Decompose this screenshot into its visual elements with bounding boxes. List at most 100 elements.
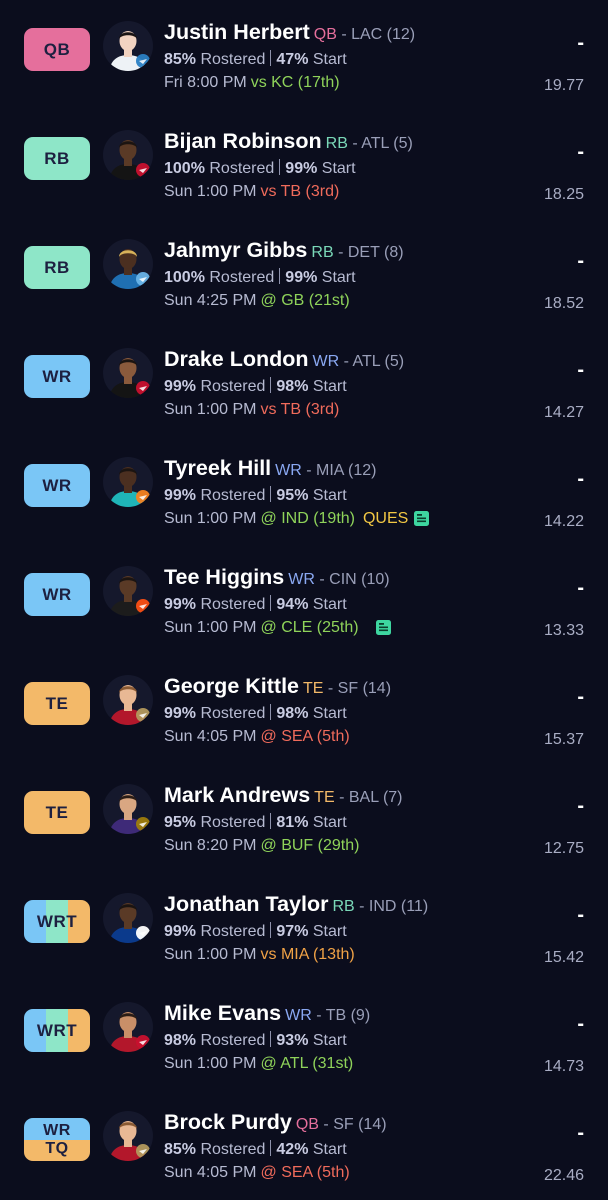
start-label: Start <box>308 705 347 722</box>
player-name[interactable]: Mark Andrews <box>164 783 310 807</box>
position-badge[interactable]: QB <box>24 28 90 71</box>
player-name[interactable]: Justin Herbert <box>164 20 310 44</box>
start-label: Start <box>317 269 356 286</box>
divider <box>270 377 272 393</box>
position-badge-label: TQ <box>45 1139 69 1157</box>
ownership-stats: 85% Rostered 42% Start <box>164 1138 524 1161</box>
player-row[interactable]: TE George Kittle TE - SF (14) 99% Rostered 9… <box>0 674 608 783</box>
player-name[interactable]: Bijan Robinson <box>164 129 322 153</box>
player-row[interactable]: WRT Mike Evans WR - TB (9) 98% Rostered 93% … <box>0 1001 608 1110</box>
player-team-rank: - ATL (5) <box>339 353 405 370</box>
position-badge[interactable]: WR TQ <box>24 1118 90 1161</box>
player-name[interactable]: Tee Higgins <box>164 565 284 589</box>
position-badge[interactable]: TE <box>24 682 90 725</box>
rostered-percent: 100% <box>164 160 205 177</box>
game-time: Sun 1:00 PM <box>164 946 257 963</box>
dolphin-logo-icon <box>136 490 150 504</box>
player-avatar[interactable] <box>103 784 153 834</box>
player-row[interactable]: WRT Jonathan Taylor RB - IND (11) 99% Roste… <box>0 892 608 1001</box>
player-name[interactable]: Drake London <box>164 347 309 371</box>
game-time: Sun 8:20 PM <box>164 837 257 854</box>
matchup-opponent[interactable]: @ GB (21st) <box>261 289 350 312</box>
player-avatar[interactable] <box>103 1002 153 1052</box>
position-badge[interactable]: WRT <box>24 1009 90 1052</box>
player-row[interactable]: TE Mark Andrews TE - BAL (7) 95% Rostered 81… <box>0 783 608 892</box>
actual-points: - <box>577 795 584 817</box>
player-avatar[interactable] <box>103 566 153 616</box>
start-percent: 93% <box>276 1032 309 1049</box>
player-avatar[interactable] <box>103 130 153 180</box>
position-badge[interactable]: RB <box>24 246 90 289</box>
player-info: Bijan Robinson RB - ATL (5) 100% Rostered 9… <box>164 129 524 203</box>
position-badge[interactable]: WR <box>24 573 90 616</box>
position-badge[interactable]: TE <box>24 791 90 834</box>
matchup-opponent[interactable]: @ BUF (29th) <box>261 834 360 857</box>
start-label: Start <box>308 378 347 395</box>
player-avatar[interactable] <box>103 348 153 398</box>
player-team-rank: - ATL (5) <box>347 135 413 152</box>
position-badge[interactable]: RB <box>24 137 90 180</box>
projected-points: 12.75 <box>543 840 584 857</box>
player-row[interactable]: QB Justin Herbert QB - LAC (12) 85% Rostere… <box>0 20 608 129</box>
game-time: Sun 1:00 PM <box>164 1055 257 1072</box>
position-badge-label: TE <box>45 693 69 713</box>
player-row[interactable]: WR Drake London WR - ATL (5) 99% Rostered 98… <box>0 347 608 456</box>
player-position: WR <box>275 462 302 479</box>
player-row[interactable]: WR Tee Higgins WR - CIN (10) 99% Rostered 94… <box>0 565 608 674</box>
player-row[interactable]: WR TQ Brock Purdy QB - SF (14) 85% Rostered 4… <box>0 1110 608 1200</box>
game-info: Sun 1:00 PM @ IND (19th) QUES <box>164 507 524 530</box>
player-row[interactable]: WR Tyreek Hill WR - MIA (12) 99% Rostered 95… <box>0 456 608 565</box>
player-avatar[interactable] <box>103 1111 153 1161</box>
rostered-percent: 85% <box>164 1141 197 1158</box>
player-avatar[interactable] <box>103 893 153 943</box>
player-avatar[interactable] <box>103 457 153 507</box>
matchup-opponent[interactable]: vs TB (3rd) <box>261 398 340 421</box>
bolt-logo-icon <box>136 54 150 68</box>
matchup-opponent[interactable]: vs TB (3rd) <box>261 180 340 203</box>
actual-points: - <box>577 250 584 272</box>
matchup-opponent[interactable]: @ ATL (31st) <box>261 1052 354 1075</box>
player-name[interactable]: George Kittle <box>164 674 299 698</box>
position-badge[interactable]: WR <box>24 464 90 507</box>
injury-status[interactable]: QUES <box>363 507 408 530</box>
player-avatar[interactable] <box>103 21 153 71</box>
player-row[interactable]: RB Jahmyr Gibbs RB - DET (8) 100% Rostered 9… <box>0 238 608 347</box>
player-avatar[interactable] <box>103 675 153 725</box>
ownership-stats: 95% Rostered 81% Start <box>164 811 524 834</box>
player-row[interactable]: RB Bijan Robinson RB - ATL (5) 100% Rostere… <box>0 129 608 238</box>
matchup-opponent[interactable]: @ IND (19th) <box>261 507 355 530</box>
start-label: Start <box>308 1032 347 1049</box>
matchup-opponent[interactable]: vs MIA (13th) <box>261 943 355 966</box>
rostered-percent: 95% <box>164 814 197 831</box>
projected-points: 15.37 <box>543 731 584 748</box>
matchup-opponent[interactable]: @ SEA (5th) <box>261 1161 350 1184</box>
projected-points: 19.77 <box>543 77 584 94</box>
buccaneer-logo-icon <box>136 1035 150 1049</box>
position-badge[interactable]: WR <box>24 355 90 398</box>
game-info: Sun 1:00 PM vs TB (3rd) <box>164 398 524 421</box>
player-avatar[interactable] <box>103 239 153 289</box>
position-badge[interactable]: WRT <box>24 900 90 943</box>
lion-logo-icon <box>136 272 150 286</box>
divider <box>270 1140 272 1156</box>
player-name[interactable]: Tyreek Hill <box>164 456 271 480</box>
player-name-line: Drake London WR - ATL (5) <box>164 347 524 375</box>
start-label: Start <box>308 814 347 831</box>
matchup-opponent[interactable]: @ SEA (5th) <box>261 725 350 748</box>
player-name[interactable]: Jonathan Taylor <box>164 892 328 916</box>
news-icon[interactable] <box>375 619 392 636</box>
player-team-rank: - IND (11) <box>354 898 429 915</box>
player-list: QB Justin Herbert QB - LAC (12) 85% Rostere… <box>0 0 608 1200</box>
player-name[interactable]: Brock Purdy <box>164 1110 292 1134</box>
divider <box>270 50 272 66</box>
news-icon[interactable] <box>413 510 430 527</box>
matchup-opponent[interactable]: @ CLE (25th) <box>261 616 359 639</box>
player-name[interactable]: Jahmyr Gibbs <box>164 238 307 262</box>
player-name-line: Jahmyr Gibbs RB - DET (8) <box>164 238 524 266</box>
player-team-rank: - BAL (7) <box>334 789 403 806</box>
player-name-line: Tyreek Hill WR - MIA (12) <box>164 456 524 484</box>
player-name[interactable]: Mike Evans <box>164 1001 281 1025</box>
position-badge-label: RB <box>44 148 70 168</box>
matchup-opponent[interactable]: vs KC (17th) <box>251 71 340 94</box>
actual-points: - <box>577 577 584 599</box>
